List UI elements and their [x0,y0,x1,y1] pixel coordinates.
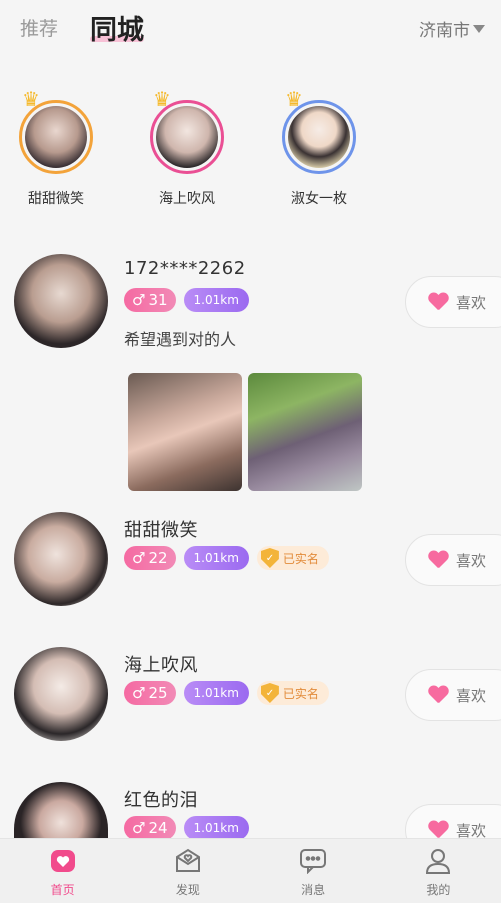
nav-label: 我的 [426,883,451,897]
heart-icon [428,821,448,839]
user-avatar[interactable] [14,782,108,840]
like-label: 喜欢 [456,686,487,705]
user-age: 22 [148,549,168,567]
nav-messages[interactable]: 消息 [251,839,376,903]
gender-age-badge: ♂ 22 [124,546,176,570]
user-photos [128,373,362,491]
dropdown-caret-icon [473,24,485,33]
user-tags: ♂ 25 1.01km ✓ 已实名 [124,681,329,705]
distance-badge: 1.01km [183,681,249,705]
verified-label: 已实名 [282,551,319,566]
user-photo[interactable] [248,373,362,491]
nav-profile[interactable]: 我的 [376,839,501,903]
user-tags: ♂ 24 1.01km [124,816,249,840]
gender-age-badge: ♂ 31 [124,288,176,312]
distance-badge: 1.01km [183,816,249,840]
featured-user-1[interactable]: ♛ 甜甜微笑 [11,88,101,208]
heart-icon [428,293,448,311]
nav-discover[interactable]: 发现 [125,839,250,903]
user-photo[interactable] [128,373,242,491]
male-icon: ♂ [132,291,146,309]
featured-name: 甜甜微笑 [28,191,84,207]
user-age: 25 [148,684,168,702]
user-tags: ♂ 22 1.01km ✓ 已实名 [124,546,329,570]
male-icon: ♂ [132,684,146,702]
city-selector[interactable]: 济南市 [419,16,485,41]
heart-icon [428,686,448,704]
featured-name: 海上吹风 [159,191,215,207]
message-bubble-icon [298,847,328,875]
user-card[interactable]: 海上吹风 ♂ 25 1.01km ✓ 已实名 喜欢 [0,645,501,755]
user-name: 甜甜微笑 [124,520,198,541]
tab-nearby[interactable]: 同城 [90,8,144,47]
user-card[interactable]: 甜甜微笑 ♂ 22 1.01km ✓ 已实名 喜欢 [0,510,501,620]
verified-badge: ✓ 已实名 [256,681,329,705]
verified-label: 已实名 [282,686,319,701]
featured-user-3[interactable]: ♛ 淑女一枚 [274,88,364,208]
male-icon: ♂ [132,549,146,567]
user-name: 172****2262 [124,258,246,279]
like-button[interactable]: 喜欢 [405,276,501,328]
user-card[interactable]: 红色的泪 ♂ 24 1.01km 喜欢 [0,780,501,856]
featured-user-2[interactable]: ♛ 海上吹风 [142,88,232,208]
featured-avatar: ♛ [282,89,356,174]
user-avatar[interactable] [14,647,108,741]
user-avatar[interactable] [14,254,108,348]
user-tags: ♂ 31 1.01km [124,288,249,312]
profile-person-icon [423,847,453,875]
shield-check-icon: ✓ [260,683,279,703]
crown-icon: ♛ [153,87,171,111]
discover-envelope-icon [173,847,203,875]
nav-label: 消息 [301,883,326,897]
shield-check-icon: ✓ [260,548,279,568]
featured-users: ♛ 甜甜微笑 ♛ 海上吹风 ♛ 淑女一枚 [0,88,501,218]
user-name: 海上吹风 [124,655,198,676]
gender-age-badge: ♂ 25 [124,681,176,705]
featured-name: 淑女一枚 [291,191,347,207]
crown-icon: ♛ [22,87,40,111]
featured-avatar: ♛ [150,89,224,174]
user-card[interactable]: 172****2262 ♂ 31 1.01km 希望遇到对的人 喜欢 [0,250,501,500]
nav-label: 首页 [50,883,75,897]
user-name: 红色的泪 [124,790,198,811]
verified-badge: ✓ 已实名 [256,546,329,570]
featured-avatar: ♛ [19,89,93,174]
user-age: 24 [148,819,168,837]
crown-icon: ♛ [285,87,303,111]
like-button[interactable]: 喜欢 [405,534,501,586]
male-icon: ♂ [132,819,146,837]
gender-age-badge: ♂ 24 [124,816,176,840]
like-label: 喜欢 [456,293,487,312]
tab-recommend[interactable]: 推荐 [20,14,58,41]
distance-badge: 1.01km [183,288,249,312]
heart-icon [428,551,448,569]
user-bio: 希望遇到对的人 [124,330,237,349]
city-label: 济南市 [419,21,470,41]
home-heart-icon [48,847,78,875]
like-button[interactable]: 喜欢 [405,669,501,721]
user-age: 31 [148,291,168,309]
distance-badge: 1.01km [183,546,249,570]
nav-label: 发现 [175,883,200,897]
bottom-nav: 首页 发现 消息 我的 [0,838,501,903]
like-label: 喜欢 [456,551,487,570]
top-bar: 推荐 同城 济南市 [0,0,501,60]
user-avatar[interactable] [14,512,108,606]
nav-home[interactable]: 首页 [0,839,125,903]
